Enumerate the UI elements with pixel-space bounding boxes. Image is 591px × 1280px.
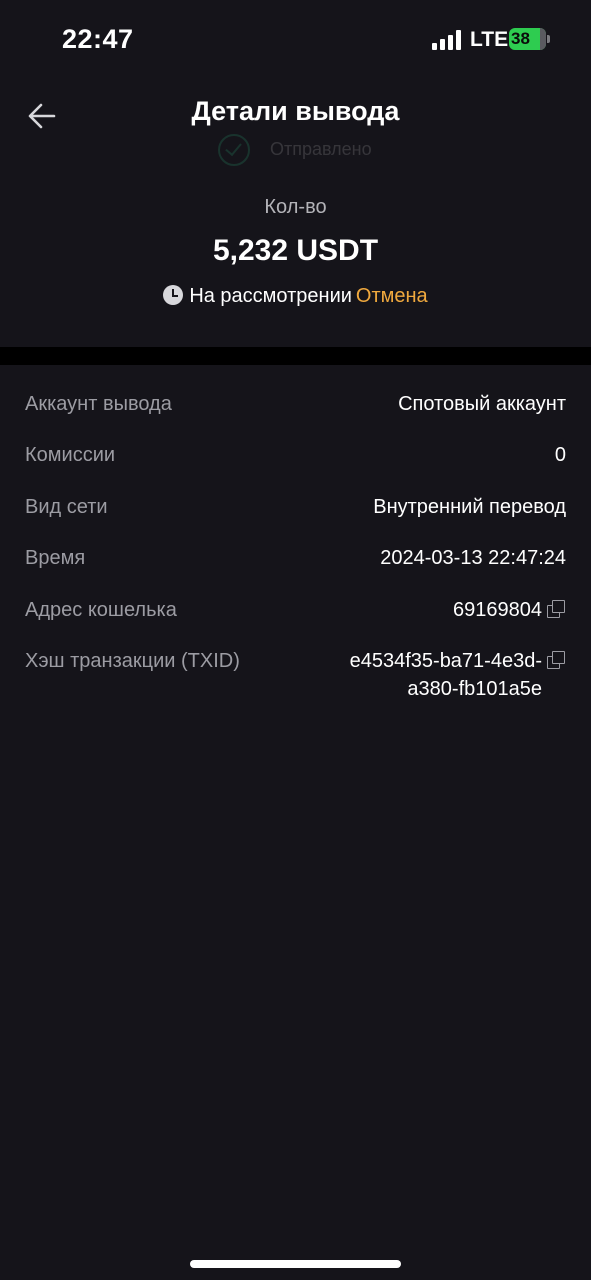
txid-line-2: a380-fb101a5e [407,678,542,700]
txid-label: Хэш транзакции (TXID) [25,650,240,672]
copy-address-icon[interactable] [547,600,565,618]
home-indicator[interactable] [190,1260,401,1268]
clock-icon [163,285,184,305]
battery-icon: 38 [509,28,550,50]
time-value: 2024-03-13 22:47:24 [380,547,566,569]
amount-value: 5,232 USDT [212,234,379,267]
detail-row-fee: Комиссии 0 [0,444,591,484]
network-type: LTE [470,28,509,51]
account-value: Спотовый аккаунт [398,393,566,415]
txid-line-1: e4534f35-ba71-4e3d- [349,650,542,672]
page-title: Детали вывода [191,96,400,126]
ghost-status-text: Отправлено [270,139,372,159]
battery-level: 38 [511,29,530,48]
fee-label: Комиссии [25,444,116,466]
network-value: Внутренний перевод [373,496,566,518]
status-line: На рассмотрении Отмена [0,285,591,308]
detail-row-address: Адрес кошелька 69169804 [0,599,591,639]
address-label: Адрес кошелька [25,599,177,621]
fee-value: 0 [554,444,566,466]
detail-row-time: Время 2024-03-13 22:47:24 [0,547,591,587]
status-bar: 22:47 LTE 38 [0,0,591,80]
account-label: Аккаунт вывода [25,393,172,415]
address-value: 69169804 [453,599,542,621]
status-time: 22:47 [62,24,134,54]
cancel-link[interactable]: Отмена [356,285,428,307]
section-divider [0,347,591,365]
check-circle-icon [218,134,250,166]
ghost-status: Отправлено [216,132,396,168]
detail-row-txid: Хэш транзакции (TXID) e4534f35-ba71-4e3d… [0,650,591,710]
time-label: Время [25,547,86,569]
detail-row-account: Аккаунт вывода Спотовый аккаунт [0,393,591,433]
signal-icon [432,30,462,50]
network-label: Вид сети [25,496,108,518]
detail-row-network: Вид сети Внутренний перевод [0,496,591,536]
amount-label: Кол-во [264,196,327,218]
status-text: На рассмотрении [189,285,352,307]
txid-value: e4534f35-ba71-4e3d- a380-fb101a5e [350,647,542,703]
copy-txid-icon[interactable] [547,651,565,669]
